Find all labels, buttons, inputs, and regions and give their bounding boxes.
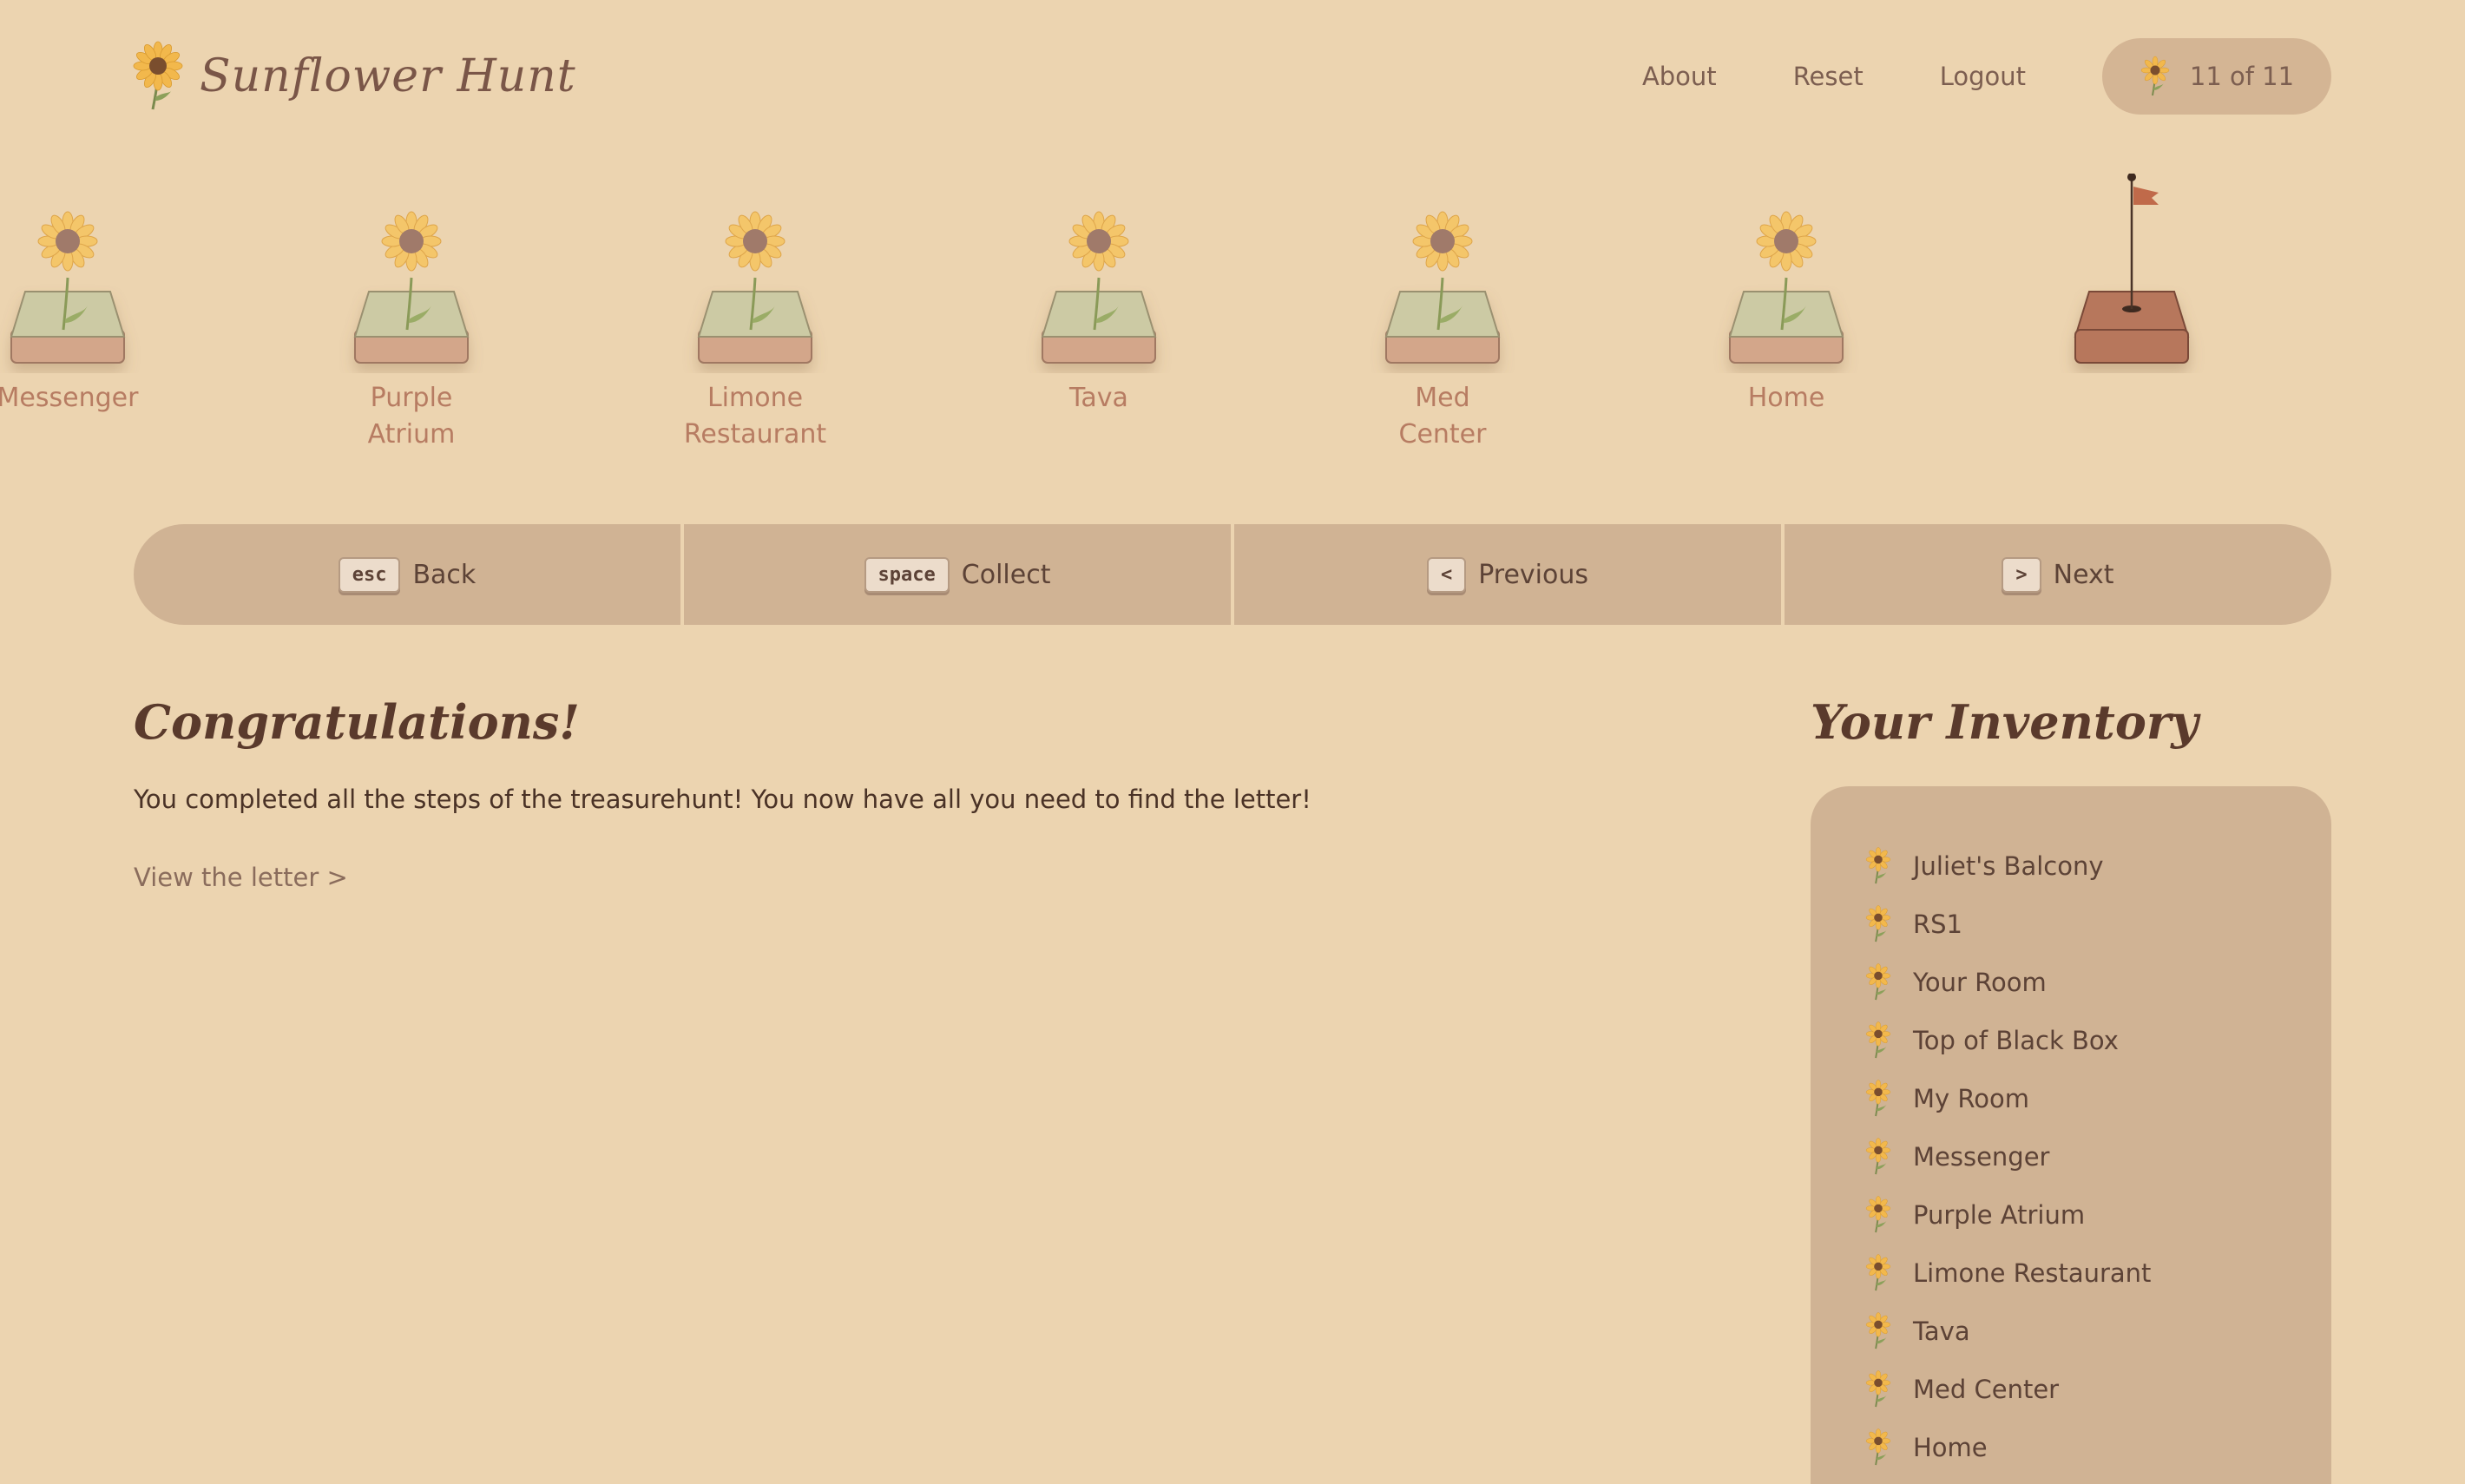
sunflower-icon <box>1865 904 1891 942</box>
nav-logout-link[interactable]: Logout <box>1940 62 2026 91</box>
sunflower-icon <box>1041 211 1157 364</box>
step-purple-atrium[interactable]: Purple Atrium <box>325 174 498 453</box>
app-title: Sunflower Hunt <box>200 50 576 102</box>
sunflower-icon <box>697 211 813 364</box>
inventory-item: Tava <box>1864 1302 2331 1360</box>
button-label: Collect <box>961 559 1051 590</box>
step-med-center[interactable]: Med Center <box>1356 174 1529 453</box>
inventory-item: Home <box>1864 1418 2331 1476</box>
completion-message: You completed all the steps of the treas… <box>134 785 1311 814</box>
inventory-item-label: RS1 <box>1913 909 1963 939</box>
keycap: esc <box>338 556 401 593</box>
sunflower-icon <box>1384 211 1501 364</box>
keycap: > <box>2002 556 2041 593</box>
inventory-panel: Juliet's Balcony RS1 Your Room Top of Bl… <box>1811 786 2331 1484</box>
inventory-item: Med Center <box>1864 1360 2331 1418</box>
sunflower-icon <box>1865 1428 1891 1465</box>
final-step[interactable] <box>2045 174 2218 373</box>
sunflower-icon <box>133 41 183 110</box>
button-label: Previous <box>1478 559 1589 590</box>
previous-button[interactable]: < Previous <box>1234 524 1785 625</box>
page: Sunflower Hunt About Reset Logout 11 of … <box>0 0 2465 1484</box>
sunflower-icon <box>1728 211 1844 364</box>
nav-about-link[interactable]: About <box>1642 62 1717 91</box>
inventory-list: Juliet's Balcony RS1 Your Room Top of Bl… <box>1811 786 2331 1476</box>
sunflower-icon <box>1865 1137 1891 1174</box>
next-button[interactable]: > Next <box>1785 524 2331 625</box>
controls-bar: esc Back space Collect < Previous > Next <box>134 524 2331 625</box>
back-button[interactable]: esc Back <box>134 524 684 625</box>
step-label: Messenger <box>0 383 139 413</box>
keycap: space <box>864 556 950 593</box>
sunflower-icon <box>1865 962 1891 1000</box>
sunflower-icon <box>1865 1253 1891 1290</box>
step-home[interactable]: Home <box>1699 174 1873 417</box>
inventory-item-label: Your Room <box>1913 967 2047 997</box>
progress-text: 11 of 11 <box>2189 62 2295 91</box>
steps-track: Home Med Center Tava Limone Restaurant P… <box>0 174 2465 469</box>
flag-icon <box>2074 174 2190 364</box>
inventory-item-label: Limone Restaurant <box>1913 1257 2152 1288</box>
step-label: Med Center <box>1398 383 1487 450</box>
step-tava[interactable]: Tava <box>1012 174 1186 417</box>
page-title: Congratulations! <box>134 694 581 750</box>
sunflower-icon <box>1865 846 1891 883</box>
inventory-item: Purple Atrium <box>1864 1185 2331 1244</box>
inventory-item-label: Juliet's Balcony <box>1913 850 2104 881</box>
sunflower-icon <box>353 211 470 364</box>
inventory-title: Your Inventory <box>1811 694 2199 750</box>
inventory-item: Your Room <box>1864 953 2331 1011</box>
inventory-item: My Room <box>1864 1069 2331 1127</box>
keycap: < <box>1426 556 1467 593</box>
sunflower-icon <box>1865 1021 1891 1058</box>
inventory-item: RS1 <box>1864 895 2331 953</box>
inventory-item: Juliet's Balcony <box>1864 837 2331 895</box>
inventory-item-label: Messenger <box>1913 1141 2050 1172</box>
collect-button[interactable]: space Collect <box>684 524 1234 625</box>
step-label: Limone Restaurant <box>683 383 827 450</box>
inventory-item: Top of Black Box <box>1864 1011 2331 1069</box>
top-nav: About Reset Logout 11 of 11 <box>1642 38 2331 115</box>
button-label: Back <box>412 559 477 590</box>
inventory-item-label: Med Center <box>1913 1374 2060 1404</box>
inventory-item-label: My Room <box>1913 1083 2029 1113</box>
view-letter-link[interactable]: View the letter > <box>134 863 348 892</box>
sunflower-icon <box>1865 1369 1891 1407</box>
step-label: Home <box>1747 383 1825 413</box>
sunflower-icon <box>2140 56 2170 96</box>
step-messenger[interactable]: Messenger <box>0 174 154 417</box>
inventory-item-label: Tava <box>1913 1316 1970 1346</box>
sunflower-icon <box>10 211 126 364</box>
step-label: Purple Atrium <box>367 383 456 450</box>
sunflower-icon <box>1865 1195 1891 1232</box>
inventory-item-label: Top of Black Box <box>1913 1025 2119 1055</box>
step-limone-restaurant[interactable]: Limone Restaurant <box>668 174 842 453</box>
button-label: Next <box>2053 559 2114 590</box>
app-logo[interactable]: Sunflower Hunt <box>130 40 576 113</box>
sunflower-icon <box>1865 1311 1891 1349</box>
inventory-item: Limone Restaurant <box>1864 1244 2331 1302</box>
inventory-item-label: Home <box>1913 1432 1988 1462</box>
nav-reset-link[interactable]: Reset <box>1793 62 1864 91</box>
main-content: Congratulations! You completed all the s… <box>134 694 1696 892</box>
inventory-item-label: Purple Atrium <box>1913 1199 2086 1230</box>
sunflower-icon <box>1865 1079 1891 1116</box>
progress-counter: 11 of 11 <box>2102 38 2331 115</box>
inventory-item: Messenger <box>1864 1127 2331 1185</box>
step-label: Tava <box>1069 383 1128 413</box>
